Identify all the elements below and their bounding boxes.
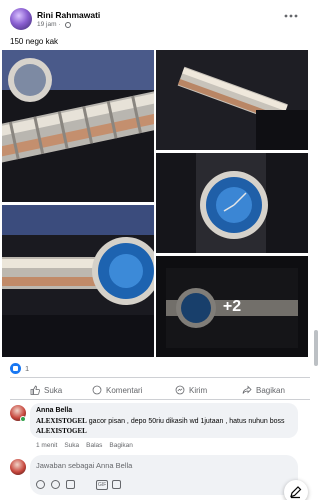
more-horizontal-icon: [284, 14, 298, 18]
comment-icon: [92, 385, 102, 395]
comment-actions: 1 menit Suka Balas Bagikan: [36, 442, 133, 449]
more-options-button[interactable]: [284, 10, 298, 22]
commenter-name[interactable]: Anna Bella: [36, 407, 72, 414]
comment-text: ALEXISTOGEL gacor pisan , depo 50riu dik…: [36, 417, 294, 436]
like-label: Suka: [44, 385, 63, 395]
like-button[interactable]: Suka: [30, 382, 62, 398]
emoji-icon[interactable]: [51, 480, 60, 489]
author-name[interactable]: Rini Rahmawati: [37, 10, 100, 20]
photo-1[interactable]: [2, 50, 154, 202]
gif-button[interactable]: GIF: [96, 480, 109, 490]
sticker-icon[interactable]: [112, 480, 121, 489]
post-time[interactable]: 19 jam: [37, 21, 57, 28]
comment-button[interactable]: Komentari: [92, 382, 142, 398]
share-icon: [242, 385, 252, 394]
scrollbar-thumb[interactable]: [314, 330, 318, 366]
messenger-icon: [175, 385, 185, 395]
avatar-sticker-icon[interactable]: [36, 480, 45, 489]
comment-brand: ALEXISTOGEL: [36, 417, 87, 425]
photo-4[interactable]: [2, 205, 154, 357]
send-label: Kirim: [189, 385, 208, 395]
photo-3[interactable]: [156, 153, 308, 253]
comment-brand-end: ALEXISTOGEL: [36, 426, 87, 435]
divider-top: [10, 377, 310, 378]
camera-icon[interactable]: [66, 480, 75, 489]
online-status-icon: [20, 416, 26, 422]
share-button[interactable]: Bagikan: [242, 382, 285, 398]
share-label: Bagikan: [256, 385, 285, 395]
comment-share-link[interactable]: Bagikan: [109, 442, 133, 449]
post-caption: 150 nego kak: [10, 37, 59, 46]
reply-avatar: [10, 459, 26, 475]
reaction-summary[interactable]: 1: [10, 363, 29, 374]
photo-grid: +2: [0, 50, 320, 358]
comment-like-link[interactable]: Suka: [64, 442, 79, 449]
reaction-count: 1: [25, 364, 30, 373]
comment-time[interactable]: 1 menit: [36, 442, 57, 449]
thumbs-up-icon: [30, 385, 40, 395]
compose-button[interactable]: [284, 480, 308, 500]
post-meta: 19 jam ·: [37, 21, 71, 28]
send-button[interactable]: Kirim: [175, 382, 207, 398]
post-header: Rini Rahmawati 19 jam ·: [0, 0, 320, 34]
edit-icon: [290, 486, 302, 499]
globe-icon: [64, 21, 71, 28]
meta-separator: ·: [58, 21, 61, 28]
photo-5[interactable]: +2: [156, 256, 308, 357]
photo-2[interactable]: [156, 50, 308, 150]
more-photos-overlay[interactable]: +2: [156, 256, 308, 357]
comment-label: Komentari: [106, 385, 143, 395]
reply-input[interactable]: [36, 461, 286, 470]
author-avatar[interactable]: [10, 8, 32, 30]
divider-bottom: [10, 399, 310, 400]
comment-reply-link[interactable]: Balas: [86, 442, 102, 449]
comment-body: gacor pisan , depo 50riu dikasih wd 1jut…: [86, 418, 285, 425]
like-icon: [10, 363, 21, 374]
